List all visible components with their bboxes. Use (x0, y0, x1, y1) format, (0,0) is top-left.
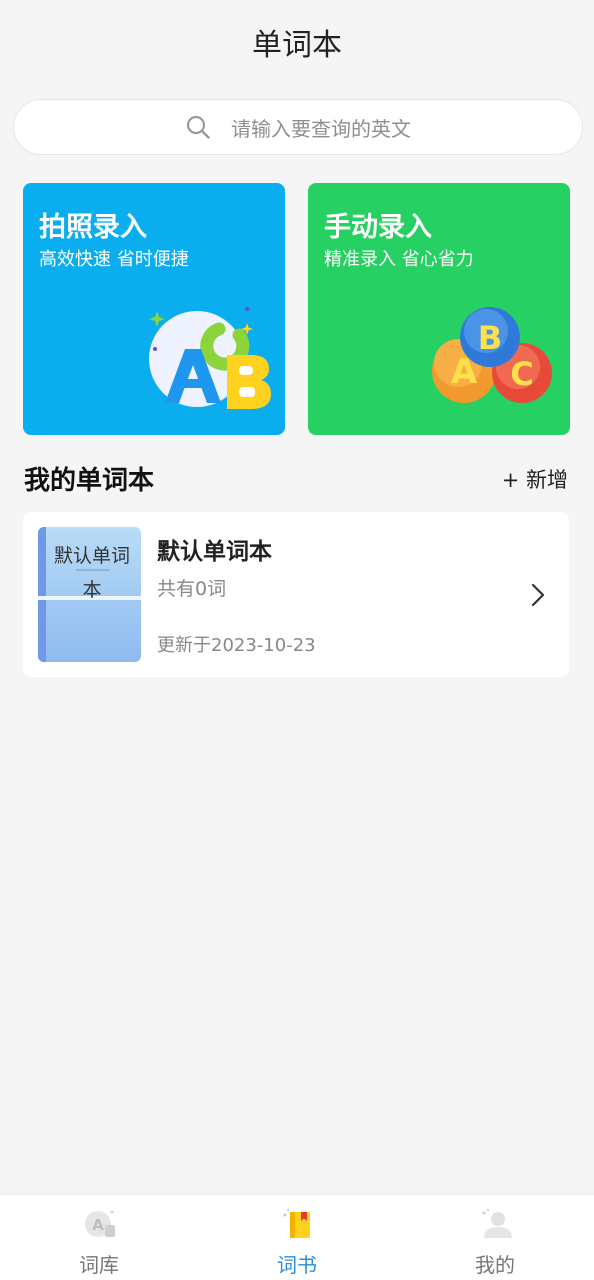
svg-text:B: B (478, 319, 502, 357)
photo-entry-card[interactable]: 拍照录入 高效快速 省时便捷 (23, 183, 285, 435)
manual-entry-subtitle: 精准录入 省心省力 (324, 249, 474, 270)
search-icon (186, 115, 210, 139)
notebook-word-count: 共有0词 (157, 578, 227, 600)
tab-label-word-library: 词库 (79, 1253, 119, 1277)
word-library-icon: A (85, 1210, 115, 1237)
manual-entry-title: 手动录入 (324, 212, 432, 243)
page-title: 单词本 (252, 28, 342, 63)
word-book-icon (283, 1208, 310, 1238)
notebook-updated-date: 更新于2023-10-23 (157, 635, 316, 656)
chevron-right-icon (531, 583, 545, 607)
cover-spine (38, 527, 46, 662)
add-notebook-button[interactable]: + 新增 (502, 464, 568, 494)
abc-balloons-icon: A C B (432, 307, 552, 403)
search-placeholder: 请输入要查询的英文 (231, 116, 411, 141)
photo-entry-subtitle: 高效快速 省时便捷 (39, 249, 189, 270)
abc-letters-icon (149, 307, 271, 409)
section-title: 我的单词本 (24, 466, 155, 496)
notebook-cover: 默认单词本 (38, 527, 141, 662)
tab-word-library[interactable]: A 词库 (0, 1195, 198, 1280)
bottom-tab-bar: A 词库 词书 我的 (0, 1194, 594, 1280)
svg-text:A: A (92, 1216, 104, 1234)
svg-text:C: C (510, 355, 533, 393)
tab-word-book[interactable]: 词书 (198, 1195, 396, 1280)
profile-icon (482, 1208, 512, 1238)
photo-entry-title: 拍照录入 (39, 212, 147, 243)
tab-profile[interactable]: 我的 (396, 1195, 594, 1280)
notebook-name: 默认单词本 (157, 539, 272, 565)
notebook-cover-title: 默认单词本 (53, 545, 130, 601)
tab-label-word-book: 词书 (277, 1253, 317, 1277)
page: 单词本 请输入要查询的英文 拍照录入 高效快速 省时便捷 手动录入 精准录入 省… (0, 0, 594, 1280)
manual-entry-card[interactable]: 手动录入 精准录入 省心省力 A C B (308, 183, 570, 435)
search-bar[interactable]: 请输入要查询的英文 (13, 99, 583, 155)
notebook-item[interactable]: 默认单词本 默认单词本 共有0词 更新于2023-10-23 (23, 512, 569, 677)
tab-label-profile: 我的 (475, 1253, 515, 1277)
